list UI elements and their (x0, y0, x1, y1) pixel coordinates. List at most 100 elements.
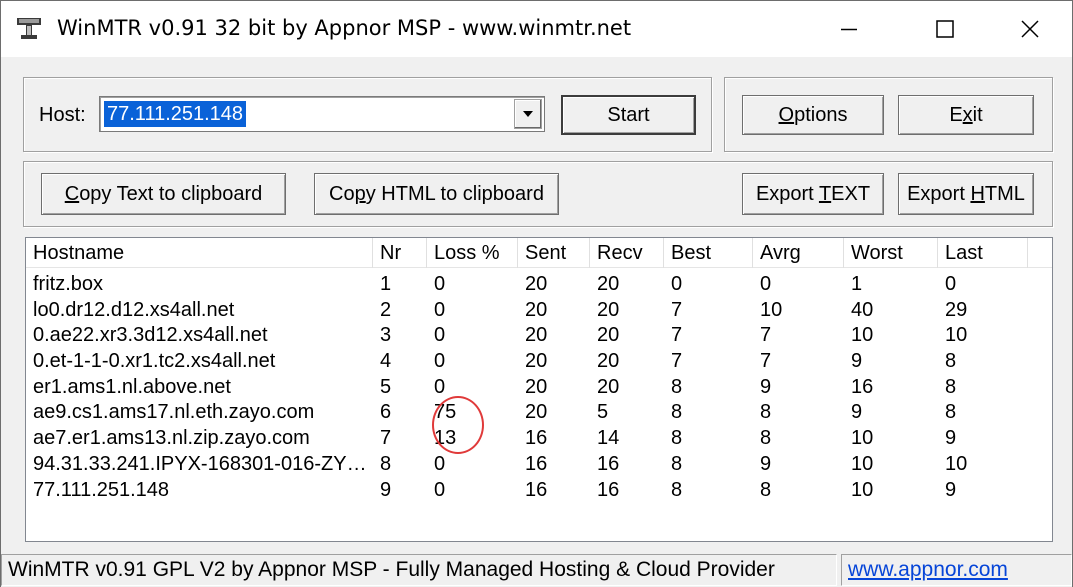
table-row[interactable]: fritz.box 1 0 20 20 0 0 1 0 (26, 272, 1052, 298)
host-label: Host: (39, 104, 86, 126)
export-text-label: Export TEXT (755, 182, 871, 205)
table-row[interactable]: ae7.er1.ams13.nl.zip.zayo.com 7 13 16 14 8 8 10… (26, 426, 1052, 452)
copy-html-button[interactable]: Copy HTML to clipboard (314, 173, 559, 215)
cell-sent: 16 (525, 427, 548, 450)
column-header-avrg[interactable]: Avrg (753, 238, 844, 268)
column-header-best[interactable]: Best (664, 238, 753, 268)
cell-best: 8 (671, 375, 683, 398)
status-link-pane: www.appnor.com (841, 554, 1072, 586)
cell-recv: 16 (597, 478, 620, 501)
column-header-hostname[interactable]: Hostname (26, 238, 373, 268)
cell-sent: 20 (525, 273, 548, 295)
cell-nr: 4 (380, 350, 392, 373)
host-combobox[interactable]: 77.111.251.148 (99, 96, 545, 132)
cell-last: 29 (945, 298, 968, 321)
cell-best: 7 (671, 324, 683, 347)
cell-sent: 20 (525, 298, 548, 321)
table-row[interactable]: 0.et-1-1-0.xr1.tc2.xs4all.net 4 0 20 20 7 7 9 8 (26, 349, 1052, 375)
table-row[interactable]: er1.ams1.nl.above.net 5 0 20 20 8 9 16 8 (26, 375, 1052, 401)
cell-recv: 16 (597, 452, 620, 475)
cell-hostname: lo0.dr12.d12.xs4all.net (33, 298, 235, 321)
cell-nr: 5 (380, 375, 392, 398)
cell-worst: 1 (851, 273, 863, 295)
cell-worst: 9 (851, 350, 863, 373)
window-title: WinMTR v0.91 32 bit by Appnor MSP - www.… (57, 16, 632, 40)
exit-button[interactable]: Exit (898, 95, 1034, 135)
cell-best: 8 (671, 427, 683, 450)
status-bar: WinMTR v0.91 GPL V2 by Appnor MSP - Full… (1, 551, 1072, 587)
cell-last: 9 (945, 478, 957, 501)
copy-text-button[interactable]: Copy Text to clipboard (41, 173, 286, 215)
start-button[interactable]: Start (561, 95, 696, 135)
cell-hostname: er1.ams1.nl.above.net (33, 375, 231, 398)
export-html-button[interactable]: Export HTML (898, 173, 1034, 215)
cell-nr: 9 (380, 478, 392, 501)
cell-nr: 2 (380, 298, 392, 321)
table-row[interactable]: 94.31.33.241.IPYX-168301-016-ZYO... 8 0 16 1… (26, 452, 1052, 478)
cell-sent: 16 (525, 452, 548, 475)
cell-recv: 20 (597, 324, 620, 347)
cell-avrg: 8 (760, 427, 772, 450)
cell-nr: 8 (380, 452, 392, 475)
column-header-sent[interactable]: Sent (518, 238, 590, 268)
results-table[interactable]: Hostname Nr Loss % Sent Recv Best Avrg Worst Las… (25, 237, 1053, 542)
cell-worst: 40 (851, 298, 874, 321)
options-button[interactable]: Options (742, 95, 884, 135)
column-header-nr[interactable]: Nr (373, 238, 427, 268)
table-body[interactable]: fritz.box 1 0 20 20 0 0 1 0 lo0.dr12.d12.xs4all.n… (26, 272, 1052, 504)
options-button-label: Options (778, 103, 848, 126)
cell-recv: 14 (597, 427, 620, 450)
close-button[interactable] (999, 1, 1061, 57)
cell-best: 8 (671, 401, 683, 424)
title-bar[interactable]: WinMTR v0.91 32 bit by Appnor MSP - www.… (1, 1, 1072, 57)
cell-loss: 0 (434, 273, 446, 295)
copy-html-label: Copy HTML to clipboard (329, 182, 544, 205)
cell-recv: 20 (597, 298, 620, 321)
cell-last: 8 (945, 350, 957, 373)
column-header-loss[interactable]: Loss % (427, 238, 518, 268)
winmtr-app-icon[interactable] (15, 15, 45, 43)
host-input[interactable]: 77.111.251.148 (104, 101, 247, 127)
column-header-recv[interactable]: Recv (590, 238, 664, 268)
cell-hostname: ae7.er1.ams13.nl.zip.zayo.com (33, 427, 310, 450)
cell-sent: 20 (525, 401, 548, 424)
cell-last: 8 (945, 375, 957, 398)
cell-nr: 1 (380, 273, 392, 295)
table-row[interactable]: 0.ae22.xr3.3d12.xs4all.net 3 0 20 20 7 7 10 10 (26, 323, 1052, 349)
cell-last: 10 (945, 452, 968, 475)
table-row[interactable]: ae9.cs1.ams17.nl.eth.zayo.com 6 75 20 5 8 8 9 8 (26, 400, 1052, 426)
column-header-worst[interactable]: Worst (844, 238, 938, 268)
cell-worst: 10 (851, 427, 874, 450)
dropdown-button[interactable] (514, 99, 542, 129)
maximize-button[interactable] (914, 1, 976, 57)
minimize-button[interactable] (818, 1, 880, 57)
cell-sent: 20 (525, 324, 548, 347)
cell-hostname: 0.ae22.xr3.3d12.xs4all.net (33, 324, 268, 347)
cell-avrg: 9 (760, 375, 772, 398)
cell-loss: 0 (434, 452, 446, 475)
cell-hostname: 77.111.251.148 (33, 478, 170, 501)
cell-avrg: 8 (760, 401, 772, 424)
cell-hostname: ae9.cs1.ams17.nl.eth.zayo.com (33, 401, 315, 424)
cell-hostname: 94.31.33.241.IPYX-168301-016-ZYO... (33, 452, 373, 475)
export-text-button[interactable]: Export TEXT (742, 173, 884, 215)
cell-last: 10 (945, 324, 968, 347)
maximize-icon (936, 20, 954, 38)
cell-best: 8 (671, 452, 683, 475)
minimize-icon (841, 28, 857, 31)
cell-worst: 16 (851, 375, 874, 398)
column-header-last[interactable]: Last (938, 238, 1028, 268)
cell-nr: 6 (380, 401, 392, 424)
cell-avrg: 0 (760, 273, 772, 295)
cell-recv: 5 (597, 401, 609, 424)
status-text: WinMTR v0.91 GPL V2 by Appnor MSP - Full… (1, 554, 837, 586)
cell-last: 8 (945, 401, 957, 424)
table-header: Hostname Nr Loss % Sent Recv Best Avrg Worst Las… (26, 238, 1052, 268)
cell-loss: 0 (434, 324, 446, 347)
cell-best: 7 (671, 298, 683, 321)
cell-best: 7 (671, 350, 683, 373)
table-row[interactable]: lo0.dr12.d12.xs4all.net 2 0 20 20 7 10 40 29 (26, 298, 1052, 324)
table-row[interactable]: 77.111.251.148 9 0 16 16 8 8 10 9 (26, 478, 1052, 504)
appnor-link[interactable]: www.appnor.com (848, 558, 1008, 581)
cell-recv: 20 (597, 273, 620, 295)
